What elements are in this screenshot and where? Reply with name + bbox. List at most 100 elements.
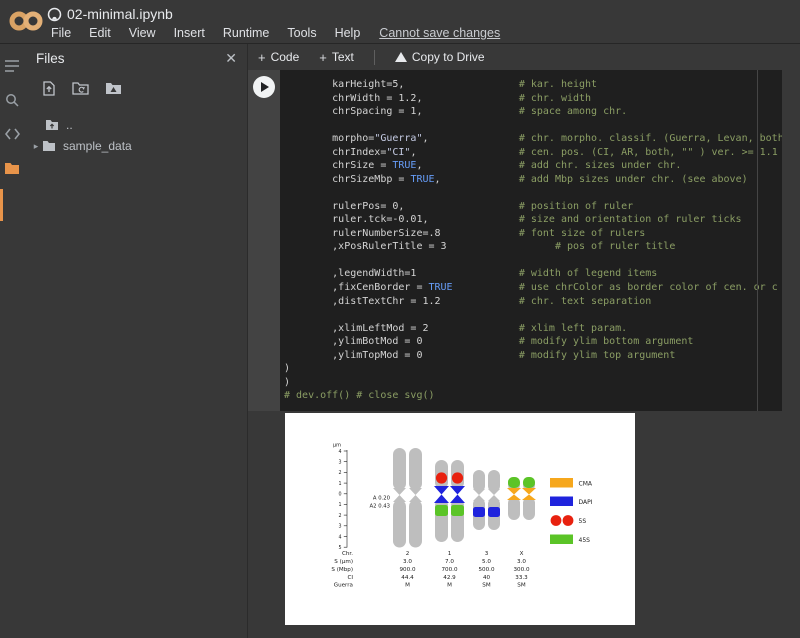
mark-45s xyxy=(435,505,448,516)
code-line: chrIndex="CI", # cen. pos. (CI, AR, both… xyxy=(284,146,782,160)
mark-45s xyxy=(451,505,464,516)
table-cell: 700.0 xyxy=(441,567,457,573)
files-actions xyxy=(24,73,247,101)
code-editor[interactable]: karHeight=5, # kar. height chrWidth = 1.… xyxy=(280,70,782,411)
legend-label: 45S xyxy=(579,537,591,544)
ruler-tick-label: 2 xyxy=(338,470,341,476)
tree-item-label: .. xyxy=(66,118,73,132)
code-snippets-icon[interactable] xyxy=(0,122,24,146)
editor-column-ruler xyxy=(757,70,758,411)
code-line: ,xlimLeftMod = 2 # xlim left param. xyxy=(284,322,782,336)
notebook-title[interactable]: 02-minimal.ipynb xyxy=(67,6,173,22)
table-row-label: S (Mbp) xyxy=(331,567,353,573)
upload-file-icon[interactable] xyxy=(42,81,56,101)
table-cell: M xyxy=(405,583,410,589)
code-line: ,distTextChr = 1.2 # chr. text separatio… xyxy=(284,295,782,309)
table-cell: 500.0 xyxy=(478,567,494,573)
menu-view[interactable]: View xyxy=(120,26,165,40)
table-cell: SM xyxy=(517,583,526,589)
panel-title: Files xyxy=(36,51,65,66)
code-line: ,fixCenBorder = TRUE # use chrColor as b… xyxy=(284,281,782,295)
mark-dapi xyxy=(473,507,485,517)
ruler-tick-label: 3 xyxy=(338,460,341,466)
mark-45s xyxy=(523,477,535,488)
code-line: ) xyxy=(284,376,782,390)
legend-label: CMA xyxy=(579,481,593,488)
copy-to-drive-button[interactable]: Copy to Drive xyxy=(385,44,495,70)
active-panel-indicator xyxy=(0,189,3,221)
legend-swatch-5s xyxy=(563,515,574,526)
mount-drive-icon[interactable] xyxy=(105,81,122,101)
toolbar-divider xyxy=(374,50,375,65)
folder-icon xyxy=(42,140,56,152)
code-line xyxy=(284,186,782,200)
ruler-tick-label: 4 xyxy=(338,449,341,455)
code-line xyxy=(284,308,782,322)
table-cell: 900.0 xyxy=(399,567,415,573)
code-cell: karHeight=5, # kar. height chrWidth = 1.… xyxy=(248,70,782,411)
menu-insert[interactable]: Insert xyxy=(165,26,214,40)
legend-label: 5S xyxy=(579,518,587,525)
code-line: chrSize = TRUE, # add chr. sizes under c… xyxy=(284,159,782,173)
save-status-link[interactable]: Cannot save changes xyxy=(379,26,500,40)
table-cell: SM xyxy=(482,583,491,589)
code-line: ,xPosRulerTitle = 3 # pos of ruler title xyxy=(284,240,782,254)
table-cell: 5.0 xyxy=(482,559,491,565)
sidebar-rail xyxy=(0,43,24,638)
legend-swatch-cma xyxy=(550,478,573,488)
ruler-tick-label: 2 xyxy=(338,513,341,519)
notebook-area: karHeight=5, # kar. height chrWidth = 1.… xyxy=(248,70,800,638)
legend-label: DAPI xyxy=(579,499,593,506)
arm-ratio-annotation: A 0.20 xyxy=(373,496,391,502)
colab-logo-icon[interactable] xyxy=(8,6,44,41)
tree-item-sample-data[interactable]: ▸ sample_data xyxy=(24,138,247,154)
header: 02-minimal.ipynb File Edit View Insert R… xyxy=(0,0,800,44)
chromosome-3 xyxy=(473,470,500,530)
run-cell-button[interactable] xyxy=(253,76,275,98)
chevron-right-icon[interactable]: ▸ xyxy=(30,141,42,152)
menu-file[interactable]: File xyxy=(42,26,80,40)
code-line: # dev.off() # close svg() xyxy=(284,389,782,403)
table-cell: 33.3 xyxy=(515,575,528,581)
files-icon-active[interactable] xyxy=(0,156,24,180)
table-row-label: Guerra xyxy=(334,583,353,589)
table-cell: 40 xyxy=(483,575,491,581)
mark-cma xyxy=(507,488,536,500)
plus-icon: + xyxy=(319,50,327,65)
search-icon[interactable] xyxy=(0,88,24,112)
chromosome-1 xyxy=(434,460,465,542)
table-of-contents-icon[interactable] xyxy=(0,54,24,78)
table-cell: 3 xyxy=(485,551,489,557)
code-line: chrSizeMbp = TRUE, # add Mbp sizes under… xyxy=(284,173,782,187)
menu-edit[interactable]: Edit xyxy=(80,26,120,40)
folder-up-icon xyxy=(45,119,59,131)
menu-runtime[interactable]: Runtime xyxy=(214,26,279,40)
ruler-unit-label: µm xyxy=(333,443,341,449)
table-cell: 7.0 xyxy=(445,559,454,565)
drive-icon xyxy=(395,52,407,62)
tree-item-parent-dir[interactable]: .. xyxy=(24,117,247,133)
plus-icon: + xyxy=(258,50,266,65)
menubar: File Edit View Insert Runtime Tools Help… xyxy=(42,24,500,42)
table-cell: X xyxy=(520,551,524,557)
refresh-folder-icon[interactable] xyxy=(72,81,89,101)
cell-toolbar: + Code + Text Copy to Drive xyxy=(248,44,800,70)
add-code-button[interactable]: + Code xyxy=(248,44,309,70)
code-line: ) xyxy=(284,362,782,376)
table-cell: M xyxy=(447,583,452,589)
file-tree: .. ▸ sample_data xyxy=(24,117,247,154)
add-text-button[interactable]: + Text xyxy=(309,44,364,70)
ruler-tick-label: 4 xyxy=(338,534,341,540)
ruler-tick-label: 1 xyxy=(338,481,341,487)
menu-tools[interactable]: Tools xyxy=(278,26,325,40)
code-line xyxy=(284,119,782,133)
code-line: chrSpacing = 1, # space among chr. xyxy=(284,105,782,119)
close-icon[interactable]: ✕ xyxy=(225,50,237,67)
ruler-tick-label: 3 xyxy=(338,524,341,530)
ruler-tick-label: 0 xyxy=(338,492,341,498)
code-line: ,ylimBotMod = 0 # modify ylim bottom arg… xyxy=(284,335,782,349)
menu-help[interactable]: Help xyxy=(326,26,370,40)
table-row-label: CI xyxy=(347,575,353,581)
legend-swatch-45s xyxy=(550,535,573,545)
table-cell: 3.0 xyxy=(517,559,526,565)
